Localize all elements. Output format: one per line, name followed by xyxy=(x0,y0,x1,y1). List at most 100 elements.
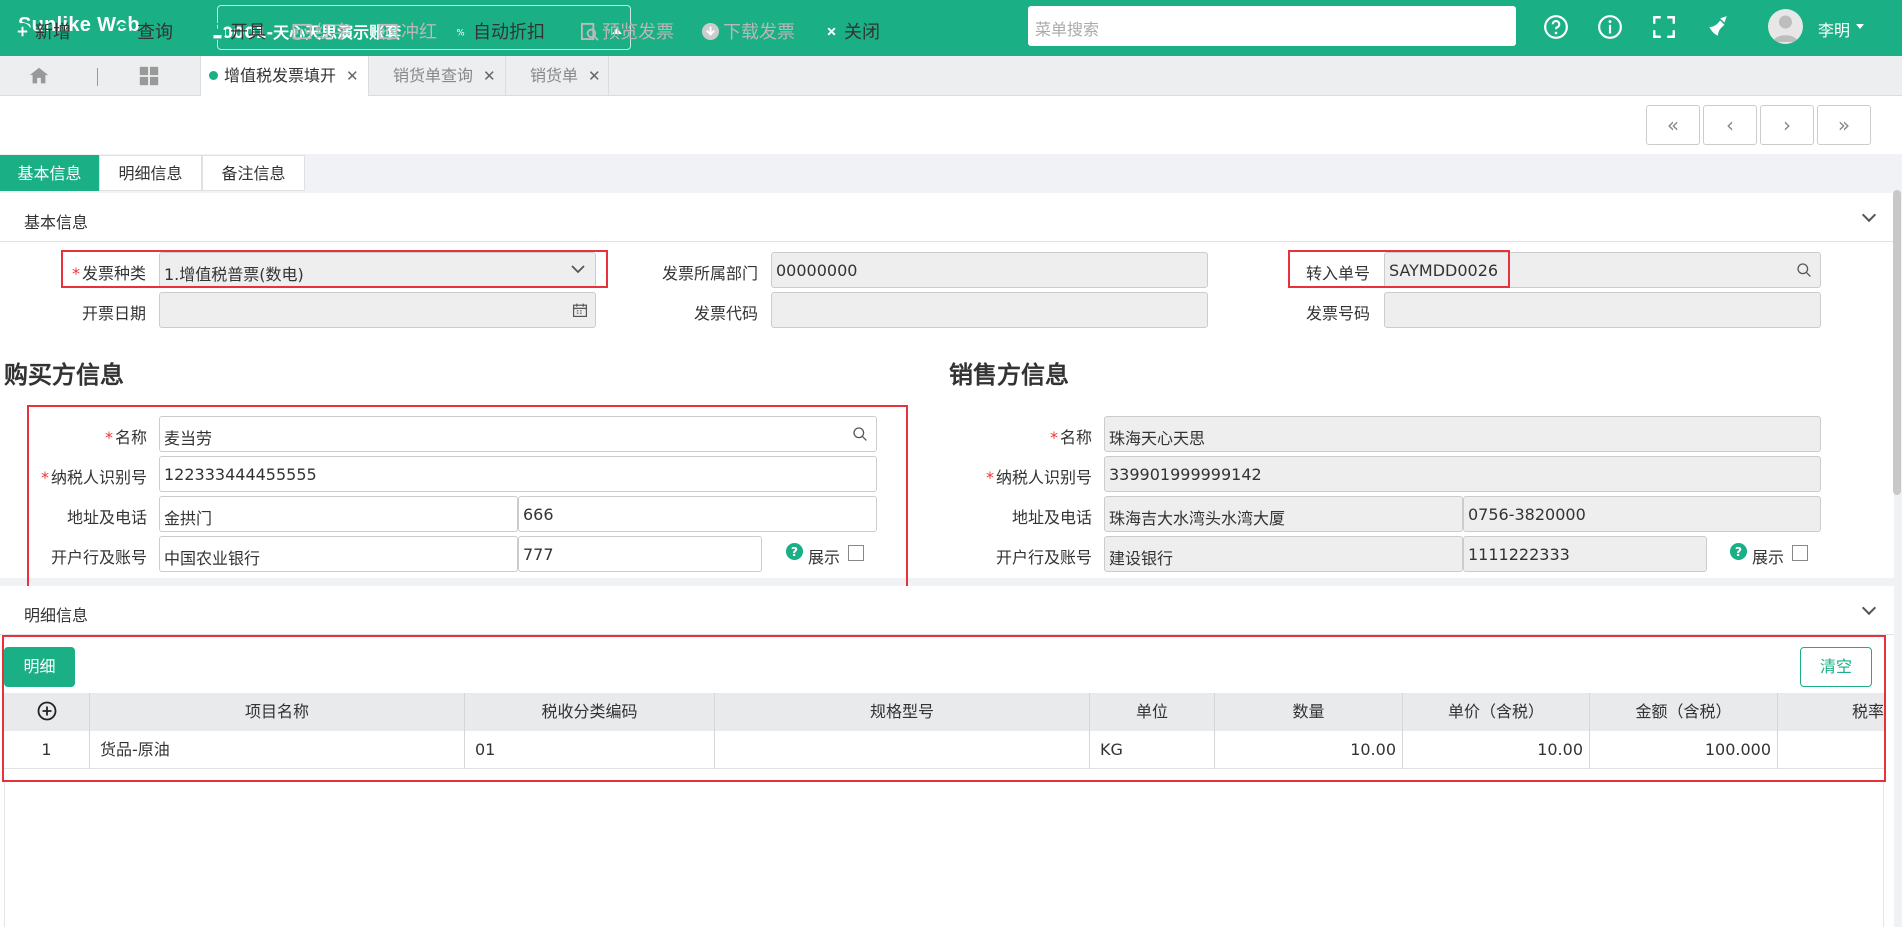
help-circle-icon[interactable] xyxy=(1543,14,1569,40)
buyer-bank-label: 开户行及账号 xyxy=(50,548,147,567)
basic-info-heading: 基本信息 xyxy=(24,213,89,232)
search-icon[interactable] xyxy=(1796,262,1812,278)
offset-button[interactable]: 冲红 xyxy=(378,18,437,43)
subtab-detail[interactable]: 明细信息 xyxy=(99,155,202,191)
divider xyxy=(0,241,1894,242)
red-label: 红字 xyxy=(315,22,351,43)
chevron-down-icon[interactable] xyxy=(1861,207,1877,223)
subtab-remarks[interactable]: 备注信息 xyxy=(202,155,305,191)
highlight-detail-grid xyxy=(2,635,1886,782)
download-invoice-button[interactable]: 下载发票 xyxy=(701,18,795,43)
highlight-transfer-number xyxy=(1288,250,1510,288)
chevron-down-icon[interactable] xyxy=(1861,600,1877,616)
auto-discount-button[interactable]: % 自动折扣 xyxy=(451,18,572,43)
home-icon[interactable] xyxy=(28,65,50,87)
svg-text:?: ? xyxy=(791,545,798,559)
buyer-show-checkbox[interactable] xyxy=(848,545,864,561)
preview-label: 预览发票 xyxy=(602,22,674,43)
buyer-address-field[interactable]: 金拱门 xyxy=(159,496,518,532)
highlight-invoice-type xyxy=(61,250,608,288)
buyer-tax-label-text: 纳税人识别号 xyxy=(50,468,147,487)
buyer-show-label: 展示 xyxy=(808,548,841,567)
chevron-down-icon[interactable] xyxy=(555,27,569,37)
close-button[interactable]: 关闭 xyxy=(822,18,880,43)
buyer-name-value: 麦当劳 xyxy=(164,429,213,448)
close-icon[interactable]: ✕ xyxy=(346,56,359,96)
invoice-code-field[interactable] xyxy=(771,292,1208,328)
auto-discount-label: 自动折扣 xyxy=(473,22,545,43)
caret-down-icon[interactable] xyxy=(1856,24,1864,29)
tab-divider xyxy=(97,68,98,86)
tab-sales-order[interactable]: 销货单 ✕ xyxy=(505,56,609,96)
query-button[interactable]: 查询 xyxy=(115,18,173,43)
search-icon[interactable] xyxy=(852,426,868,442)
buyer-bank-field[interactable]: 中国农业银行 xyxy=(159,536,518,572)
buyer-tax-label: * 纳税人识别号 xyxy=(40,468,147,487)
next-record-button[interactable]: › xyxy=(1760,105,1814,145)
seller-tax-label: * 纳税人识别号 xyxy=(985,468,1092,487)
invoice-date-field[interactable] xyxy=(159,292,596,328)
seller-phone-field[interactable]: 0756-3820000 xyxy=(1463,496,1821,532)
add-circle-icon xyxy=(13,22,32,41)
close-icon[interactable]: ✕ xyxy=(588,56,601,96)
issue-button[interactable]: 开具 xyxy=(208,18,266,43)
tab-sales-query[interactable]: 销货单查询 ✕ xyxy=(368,56,505,96)
buyer-name-label-text: 名称 xyxy=(114,428,147,447)
seller-account-field[interactable]: 1111222333 xyxy=(1463,536,1707,572)
preview-invoice-button[interactable]: 预览发票 xyxy=(580,18,674,43)
clear-cache-icon[interactable] xyxy=(1705,14,1731,40)
seller-tax-field[interactable]: 339901999999142 xyxy=(1104,456,1821,492)
subtab-basic[interactable]: 基本信息 xyxy=(0,155,99,191)
seller-address-field[interactable]: 珠海吉大水湾头水湾大厦 xyxy=(1104,496,1463,532)
search-icon xyxy=(115,22,134,41)
printer-icon xyxy=(209,22,226,40)
top-bar: Sunlike Web 0001-天心天思演示账套 菜单搜索 李明 xyxy=(0,0,1902,56)
calendar-icon[interactable] xyxy=(572,302,588,318)
seller-bank-field[interactable]: 建设银行 xyxy=(1104,536,1463,572)
dept-field[interactable]: 00000000 xyxy=(771,252,1208,288)
fullscreen-icon[interactable] xyxy=(1651,14,1677,40)
close-icon[interactable]: ✕ xyxy=(483,56,496,96)
invoice-date-label: 开票日期 xyxy=(81,304,146,323)
tab-bar: 增值税发票填开 ✕ 销货单查询 ✕ 销货单 ✕ xyxy=(0,56,1902,96)
menu-search-input[interactable]: 菜单搜索 xyxy=(1028,6,1516,46)
buyer-phone-field[interactable]: 666 xyxy=(518,496,877,532)
buyer-name-label: * 名称 xyxy=(104,428,147,447)
invoice-number-field[interactable] xyxy=(1384,292,1821,328)
seller-name-label-text: 名称 xyxy=(1059,428,1092,447)
tab-vat-invoice[interactable]: 增值税发票填开 ✕ xyxy=(200,56,368,96)
tab-label: 增值税发票填开 xyxy=(224,66,337,85)
prev-record-button[interactable]: ‹ xyxy=(1703,105,1757,145)
seller-section-title: 销售方信息 xyxy=(949,361,1069,389)
tab-label: 销货单 xyxy=(530,66,579,85)
user-name[interactable]: 李明 xyxy=(1818,17,1850,41)
download-label: 下载发票 xyxy=(723,22,795,43)
seller-address-label: 地址及电话 xyxy=(1011,508,1092,527)
buyer-account-field[interactable]: 777 xyxy=(518,536,762,572)
first-record-button[interactable]: « xyxy=(1646,105,1700,145)
last-record-button[interactable]: » xyxy=(1817,105,1871,145)
help-icon[interactable]: ? xyxy=(1729,542,1748,561)
user-avatar[interactable] xyxy=(1768,9,1803,44)
issue-label: 开具 xyxy=(230,22,266,43)
info-circle-icon[interactable] xyxy=(1597,14,1623,40)
grid-icon[interactable] xyxy=(138,65,160,87)
buyer-tax-field[interactable]: 122333444455555 xyxy=(159,456,877,492)
red-invoice-button[interactable]: 红字 xyxy=(292,18,351,43)
offset-icon xyxy=(378,23,398,40)
seller-name-field[interactable]: 珠海天心天思 xyxy=(1104,416,1821,452)
svg-text:%: % xyxy=(456,28,464,38)
help-icon[interactable]: ? xyxy=(785,542,804,561)
invoice-code-label: 发票代码 xyxy=(693,304,758,323)
preview-icon xyxy=(580,22,599,41)
close-circle-icon xyxy=(822,22,841,41)
seller-show-label: 展示 xyxy=(1752,548,1785,567)
seller-tax-label-text: 纳税人识别号 xyxy=(995,468,1092,487)
toolbar xyxy=(0,96,1902,154)
new-button[interactable]: 新增 xyxy=(13,18,71,43)
vertical-scrollbar[interactable] xyxy=(1893,190,1901,495)
seller-bank-label: 开户行及账号 xyxy=(995,548,1092,567)
detail-info-heading: 明细信息 xyxy=(24,606,89,625)
buyer-name-field[interactable]: 麦当劳 xyxy=(159,416,877,452)
seller-show-checkbox[interactable] xyxy=(1792,545,1808,561)
